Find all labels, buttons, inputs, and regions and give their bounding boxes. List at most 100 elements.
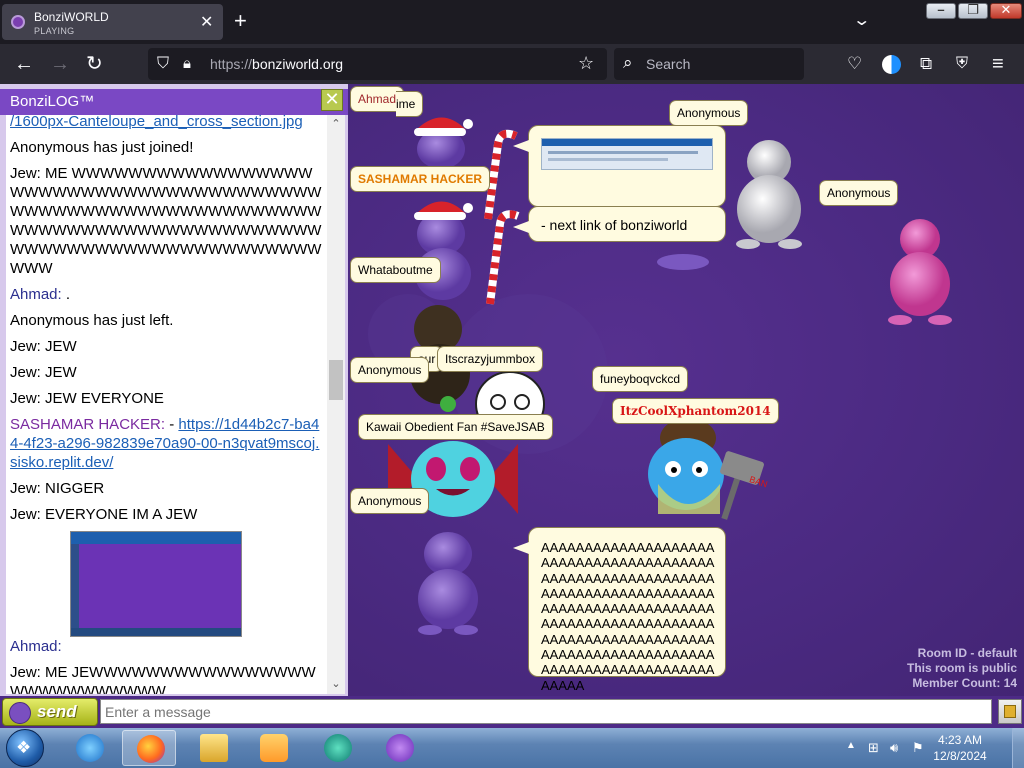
log-line: Ahmad:	[10, 637, 326, 656]
nametag-itzcoolxphantom2014[interactable]: ItzCoolXphantom2014	[612, 398, 779, 424]
speech-bubble-image[interactable]	[513, 125, 726, 207]
show-desktop-button[interactable]	[1012, 728, 1024, 768]
volume-icon[interactable]: 🔊︎	[890, 740, 898, 756]
network-icon[interactable]: ⊞	[868, 740, 879, 756]
message-input[interactable]	[100, 699, 992, 724]
bonzi-white[interactable]	[736, 140, 802, 249]
taskbar-internet-explorer[interactable]	[62, 730, 116, 766]
speech-bubble-link[interactable]: - next link of bonziworld	[513, 206, 726, 242]
search-bar[interactable]: ⌕ Search	[614, 48, 804, 80]
reload-icon[interactable]: ↻	[86, 53, 103, 75]
bonzilog-close-button[interactable]: ✕	[321, 89, 343, 111]
log-text: -	[165, 416, 179, 433]
log-author: Jew:	[10, 506, 41, 523]
extensions-puzzle-icon[interactable]: ⧉	[920, 53, 932, 75]
scroll-down-icon[interactable]: ⌄	[327, 677, 345, 690]
restore-icon: ❐	[967, 2, 979, 17]
show-hidden-icons-arrow-icon[interactable]: ▲	[846, 740, 856, 751]
bonzilog-title-bar: BonziLOG™	[0, 89, 348, 115]
message-bar: send	[0, 696, 1024, 728]
log-text: EVERYONE IM A JEW	[40, 506, 198, 523]
windows-taskbar: ❖ ▲ ⊞ 🔊︎ ⚑ 4:23 AM 12/8/2024	[0, 728, 1024, 768]
room-id: Room ID - default	[917, 646, 1017, 660]
dark-reader-icon[interactable]	[882, 55, 901, 74]
start-button[interactable]: ❖	[6, 729, 44, 767]
tracking-shield-icon[interactable]: ⛉	[157, 53, 169, 75]
nametag-kawaii-obedient-fan[interactable]: Kawaii Obedient Fan #SaveJSAB	[358, 414, 553, 440]
log-link[interactable]: /1600px-Canteloupe_and_cross_section.jpg	[10, 115, 303, 130]
hamburger-menu-icon[interactable]: ≡	[992, 53, 1004, 75]
lock-icon[interactable]: 🔒︎	[183, 53, 191, 75]
nametag-partial-ime[interactable]: ime	[396, 91, 424, 117]
close-icon: ✕	[1000, 2, 1012, 17]
pocket-icon[interactable]: ♡	[847, 53, 862, 75]
bookmark-star-icon[interactable]: ☆	[578, 52, 594, 74]
close-window-button[interactable]: ✕	[990, 2, 1022, 19]
bonzi-face-icon	[9, 702, 31, 724]
nametag-itscrazyjummbox[interactable]: Itscrazyjummbox	[437, 346, 544, 372]
taskbar-app-purple[interactable]	[372, 730, 426, 766]
log-line: Jew: JEW	[10, 337, 326, 356]
url-text[interactable]: https://bonziworld.org	[210, 56, 343, 72]
taskbar-firefox[interactable]	[122, 730, 176, 766]
bonzi-bottom[interactable]	[418, 532, 478, 635]
chat-room[interactable]: BAN Ahmad ime Anonymous SASHAMAR HACKER …	[348, 84, 1024, 696]
nametag-anonymous-low[interactable]: Anonymous	[350, 488, 430, 514]
address-bar[interactable]: ⛉ 🔒︎ https://bonziworld.org ☆	[148, 48, 607, 80]
bonzilog-panel: BonziLOG™ ✕ /1600px-Canteloupe_and_cross…	[0, 84, 348, 696]
bonzi-santa-2[interactable]	[414, 201, 473, 300]
log-author: Jew:	[10, 364, 41, 381]
log-line: Anonymous has just left.	[10, 311, 326, 330]
bonziworld-page: BonziLOG™ ✕ /1600px-Canteloupe_and_cross…	[0, 84, 1024, 696]
attach-image-button[interactable]	[998, 699, 1022, 724]
nametag-sashamar-hacker[interactable]: SASHAMAR HACKER	[350, 166, 491, 192]
log-image-thumbnail[interactable]	[70, 531, 242, 637]
log-line: Jew: NIGGER	[10, 479, 326, 498]
bonzi-santa-1[interactable]	[414, 117, 473, 169]
bonzi-favicon-icon	[11, 15, 25, 29]
tab-strip: BonziWORLD PLAYING ✕ + ⌄ – ❐ ✕	[0, 0, 1024, 44]
log-line: Jew: JEW EVERYONE	[10, 389, 326, 408]
nametag-anonymous-right[interactable]: Anonymous	[819, 180, 899, 206]
log-line: SASHAMAR HACKER: - https://1d44b2c7-ba44…	[10, 415, 326, 472]
log-text: JEW	[40, 338, 77, 355]
close-tab-icon[interactable]: ✕	[200, 12, 213, 32]
restore-window-button[interactable]: ❐	[958, 2, 988, 19]
nametag-funeyboqvckcd[interactable]: funeyboqvckcd	[592, 366, 689, 392]
bonzilog-messages[interactable]: /1600px-Canteloupe_and_cross_section.jpg…	[6, 115, 345, 694]
bonzilog-title: BonziLOG™	[10, 93, 95, 110]
scroll-thumb[interactable]	[329, 360, 343, 400]
tab-bonziworld[interactable]: BonziWORLD PLAYING ✕	[2, 4, 223, 40]
nametag-whataboutme[interactable]: Whataboutme	[350, 257, 441, 283]
nametag-anonymous-top[interactable]: Anonymous	[669, 100, 749, 126]
send-button[interactable]: send	[2, 698, 98, 726]
taskbar-media-player[interactable]	[246, 730, 300, 766]
log-line: Jew: EVERYONE IM A JEW	[10, 505, 326, 524]
log-text: JEW	[40, 364, 77, 381]
log-line: Jew: ME WWWWWWWWWWWWWWWWWWWWWWWWWWWWWWWW…	[10, 164, 326, 278]
speech-bubble-scream[interactable]: AAAAAAAAAAAAAAAAAAAAAAAAAAAAAAAAAAAAAAAA…	[513, 527, 726, 693]
taskbar-app-teal[interactable]	[310, 730, 364, 766]
action-center-flag-icon[interactable]: ⚑	[912, 740, 924, 756]
forward-arrow-icon[interactable]: →	[50, 53, 70, 75]
log-author: Jew:	[10, 480, 41, 497]
log-line: Ahmad: .	[10, 285, 326, 304]
bubble-screenshot-image[interactable]	[541, 138, 713, 170]
log-scrollbar[interactable]: ⌃ ⌄	[327, 115, 345, 694]
new-tab-button[interactable]: +	[234, 8, 247, 34]
taskbar-explorer[interactable]	[186, 730, 240, 766]
folder-icon	[1004, 705, 1016, 718]
scroll-up-icon[interactable]: ⌃	[327, 117, 345, 130]
bonzi-pink[interactable]	[888, 219, 952, 325]
screen: BonziWORLD PLAYING ✕ + ⌄ – ❐ ✕ ← → ↻ ⛉ 🔒…	[0, 0, 1024, 768]
taskbar-clock[interactable]: 4:23 AM 12/8/2024	[927, 732, 993, 764]
tab-title: BonziWORLD	[34, 10, 109, 24]
nametag-anonymous-mid[interactable]: Anonymous	[350, 357, 430, 383]
ublock-shield-icon[interactable]: ⛨	[956, 53, 968, 75]
blue-bird-character[interactable]	[648, 418, 765, 520]
back-arrow-icon[interactable]: ←	[14, 53, 34, 75]
windows-logo-icon: ❖	[16, 738, 32, 757]
list-all-tabs-chevron-icon[interactable]: ⌄	[852, 10, 871, 30]
bonzi-hidden[interactable]	[657, 254, 709, 270]
minimize-window-button[interactable]: –	[926, 2, 956, 19]
